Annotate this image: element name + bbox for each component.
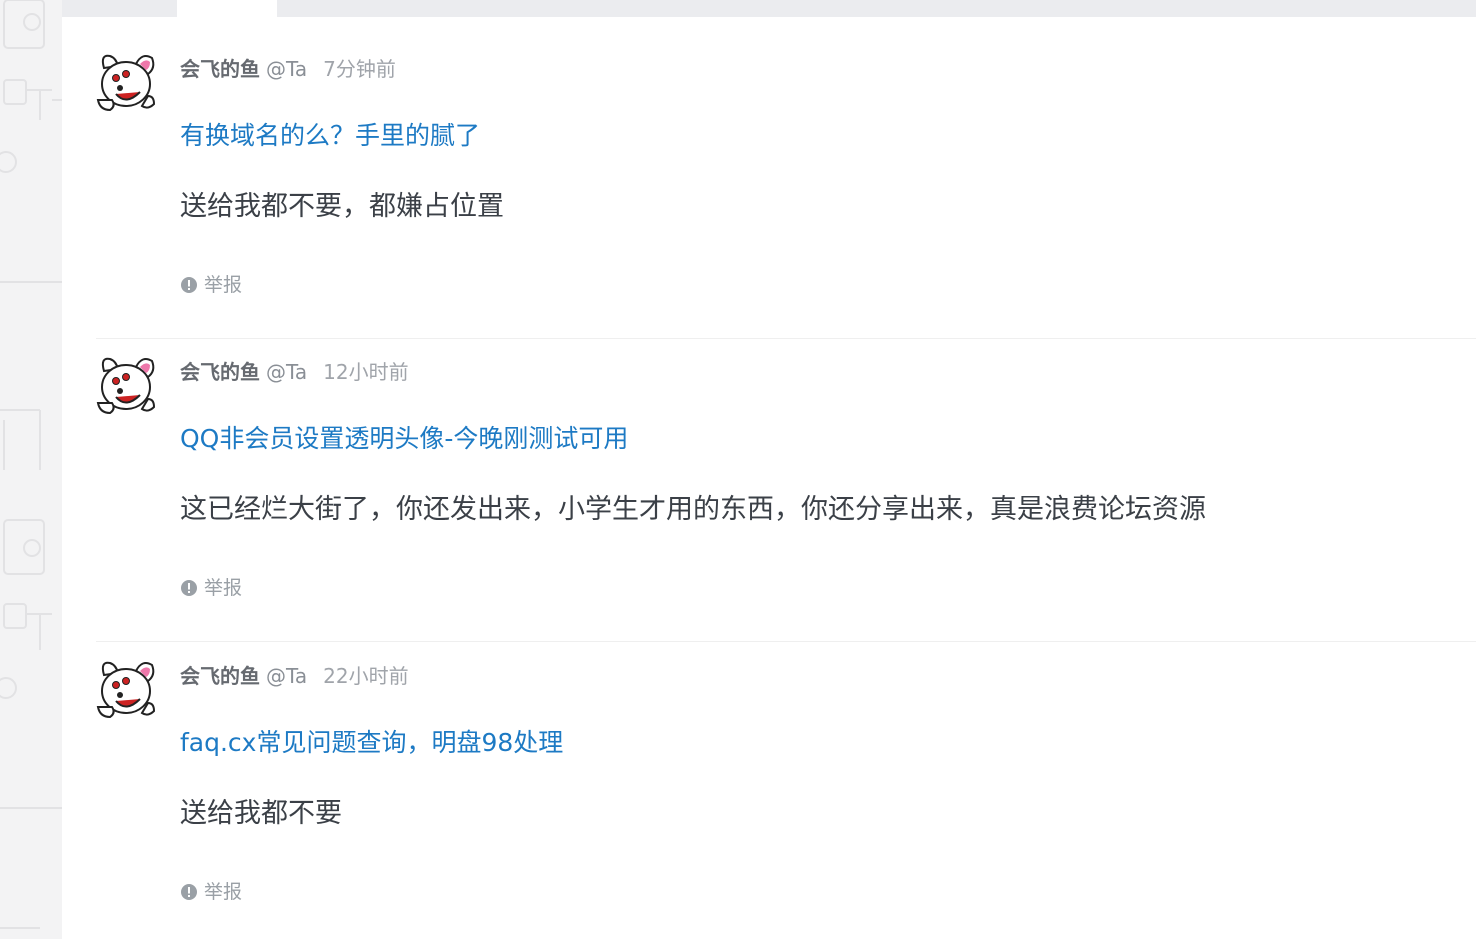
background-decoration [0,0,62,939]
post-body: 送给我都不要 [180,798,342,829]
author-handle[interactable]: @Ta [266,57,307,81]
report-label: 举报 [204,881,243,903]
post-meta: 会飞的鱼 @Ta 22小时前 [180,663,409,689]
post-time: 12小时前 [323,360,409,384]
avatar[interactable] [96,50,158,112]
report-label: 举报 [204,577,243,599]
author-handle[interactable]: @Ta [266,360,307,384]
post-meta: 会飞的鱼 @Ta 12小时前 [180,359,409,385]
exclamation-circle-icon [181,884,197,900]
exclamation-circle-icon [181,277,197,293]
divider [96,641,1476,642]
active-tab[interactable] [177,0,277,17]
post-time: 7分钟前 [323,57,396,81]
report-button[interactable]: 举报 [180,880,242,904]
post-title-link[interactable]: 有换域名的么？手里的腻了 [180,120,480,152]
post-time: 22小时前 [323,664,409,688]
report-label: 举报 [204,274,243,296]
post-body: 送给我都不要，都嫌占位置 [180,191,504,222]
author-name[interactable]: 会飞的鱼 [180,664,260,688]
report-button[interactable]: 举报 [180,273,242,297]
avatar[interactable] [96,353,158,415]
author-name[interactable]: 会飞的鱼 [180,57,260,81]
author-name[interactable]: 会飞的鱼 [180,360,260,384]
report-button[interactable]: 举报 [180,576,242,600]
post-meta: 会飞的鱼 @Ta 7分钟前 [180,56,396,82]
post-body: 这已经烂大街了，你还发出来，小学生才用的东西，你还分享出来，真是浪费论坛资源 [180,494,1206,525]
avatar[interactable] [96,657,158,719]
exclamation-circle-icon [181,580,197,596]
divider [96,338,1476,339]
author-handle[interactable]: @Ta [266,664,307,688]
post-title-link[interactable]: QQ非会员设置透明头像-今晚刚测试可用 [180,423,628,455]
post-title-link[interactable]: faq.cx常见问题查询，明盘98处理 [180,727,563,759]
